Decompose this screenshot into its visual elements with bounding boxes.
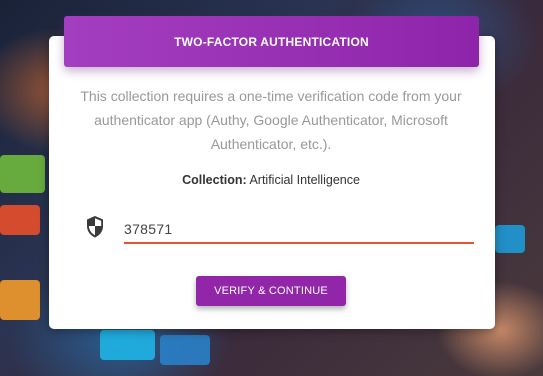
background-tile [0, 280, 40, 320]
dialog-header: TWO-FACTOR AUTHENTICATION [64, 16, 479, 67]
background-tile [100, 330, 155, 360]
collection-label: Collection: [182, 173, 247, 187]
background-tile [0, 155, 45, 193]
background-tile [495, 225, 525, 253]
verification-code-input[interactable] [124, 215, 474, 244]
dialog-description: This collection requires a one-time veri… [80, 88, 462, 152]
verify-continue-button[interactable]: VERIFY & CONTINUE [196, 276, 346, 306]
collection-line: Collection: Artificial Intelligence [70, 173, 472, 187]
background-tile [160, 335, 210, 365]
background-tile [0, 205, 40, 235]
collection-name: Artificial Intelligence [249, 173, 360, 187]
shield-icon [87, 216, 103, 238]
